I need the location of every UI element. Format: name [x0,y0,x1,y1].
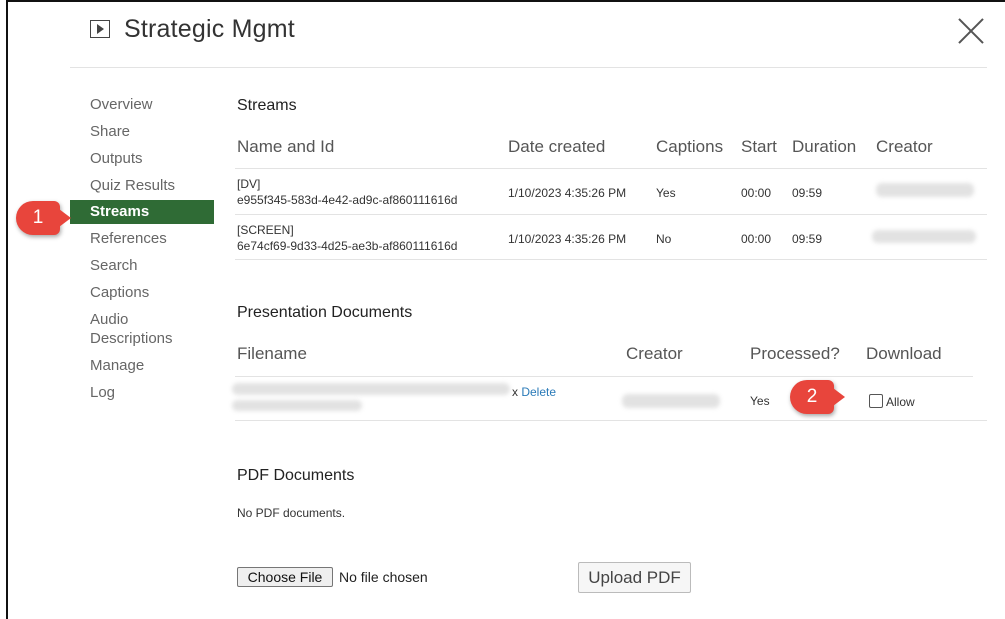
stream-start: 00:00 [741,232,772,246]
column-header-download: Download [866,344,942,363]
allow-label: Allow [886,395,915,409]
column-header-creator: Creator [876,137,933,156]
download-allow: Allow [869,394,915,410]
sidebar-item-captions[interactable]: Captions [70,283,214,302]
table-divider [235,214,987,215]
pdf-heading: PDF Documents [237,467,355,484]
table-divider [235,168,987,169]
stream-captions: Yes [656,186,676,200]
sidebar-item-quiz-results[interactable]: Quiz Results [70,176,214,195]
page-title: Strategic Mgmt [124,14,295,43]
column-header-creator: Creator [626,344,683,363]
sidebar-nav: Overview Share Outputs Quiz Results Stre… [70,95,214,410]
stream-date: 1/10/2023 4:35:26 PM [508,232,627,246]
table-row: [SCREEN] 6e74cf69-9d33-4d25-ae3b-af86011… [237,222,457,254]
creator-redacted [872,230,976,243]
callout-badge: 2 [790,380,845,414]
allow-download-checkbox[interactable] [869,394,883,408]
sidebar-item-streams[interactable]: Streams [70,200,214,224]
creator-redacted [876,183,974,197]
delete-prefix: x [512,385,518,399]
delete-link[interactable]: Delete [521,385,556,399]
sidebar-item-audio-descriptions[interactable]: Audio Descriptions [70,310,214,348]
stream-name: [DV] [237,177,261,191]
column-header-start: Start [741,137,777,156]
stream-date: 1/10/2023 4:35:26 PM [508,186,627,200]
close-icon[interactable] [956,16,986,46]
sidebar-item-manage[interactable]: Manage [70,356,214,375]
sidebar-item-share[interactable]: Share [70,122,214,141]
callout-badge: 1 [16,201,71,235]
play-icon [90,20,110,38]
processed-value: Yes [750,394,770,408]
column-header-duration: Duration [792,137,857,156]
upload-pdf-button[interactable]: Upload PDF [578,562,691,593]
table-divider [235,420,987,421]
presentation-heading: Presentation Documents [237,304,413,321]
sidebar-item-outputs[interactable]: Outputs [70,149,214,168]
pdf-empty-text: No PDF documents. [237,506,346,520]
column-header-filename: Filename [237,344,307,363]
stream-start: 00:00 [741,186,772,200]
streams-heading: Streams [237,97,297,114]
table-row: [DV] e955f345-583d-4e42-ad9c-af860111616… [237,176,457,208]
sidebar-item-overview[interactable]: Overview [70,95,214,114]
column-header-processed: Processed? [750,344,840,363]
stream-duration: 09:59 [792,186,823,200]
header-divider [70,67,987,68]
dialog-header: Strategic Mgmt [90,12,295,46]
stream-id: 6e74cf69-9d33-4d25-ae3b-af860111616d [237,239,458,253]
stream-captions: No [656,232,672,246]
column-header-captions: Captions [656,137,724,156]
stream-name: [SCREEN] [237,223,294,237]
delete-action: x Delete [512,384,556,400]
column-header-date: Date created [508,137,606,156]
stream-id: e955f345-583d-4e42-ad9c-af860111616d [237,193,458,207]
stream-duration: 09:59 [792,232,823,246]
sidebar-item-search[interactable]: Search [70,256,214,275]
creator-redacted [622,394,720,408]
filename-redacted [232,400,362,411]
no-file-text: No file chosen [339,569,428,585]
table-divider [235,376,973,377]
column-header-name: Name and Id [237,137,335,156]
filename-redacted [232,383,510,395]
table-divider [235,259,987,260]
sidebar-item-references[interactable]: References [70,229,214,248]
choose-file-button[interactable]: Choose File [237,567,333,587]
sidebar-item-log[interactable]: Log [70,383,214,402]
